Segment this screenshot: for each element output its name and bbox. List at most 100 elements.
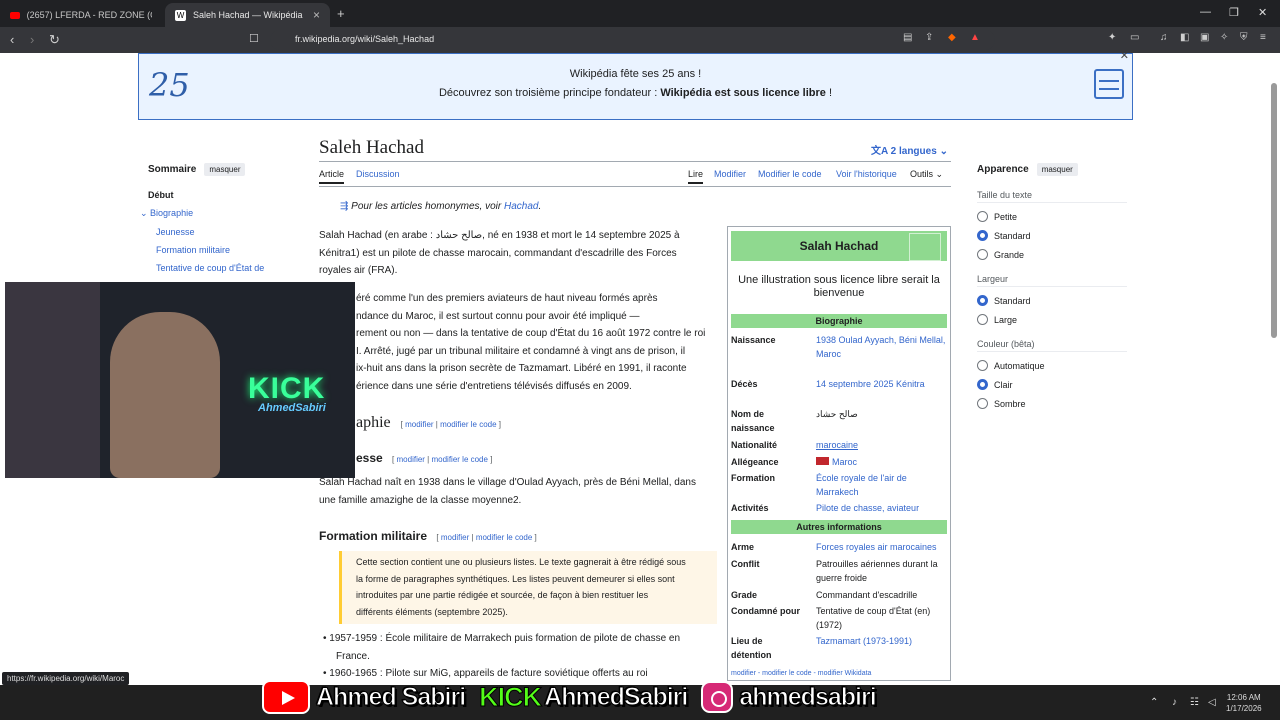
menu-icon[interactable]: ≡ [1260, 32, 1266, 43]
scrollbar-thumb[interactable] [1271, 83, 1277, 338]
tab-historique[interactable]: Voir l'historique [836, 169, 897, 179]
list-item: • 1957-1959 : École militaire de Marrake… [323, 633, 681, 644]
edit-link[interactable]: modifier [441, 533, 469, 542]
close-tab-icon[interactable]: × [313, 8, 320, 22]
reload-icon[interactable]: ↻ [49, 32, 60, 48]
radio-checked-icon [977, 295, 988, 306]
youtube-handle: Ahmed Sabiri [315, 682, 466, 711]
radio-standard-size[interactable]: Standard [977, 230, 1127, 241]
back-icon[interactable]: ‹ [10, 32, 14, 47]
extensions-icon[interactable]: ✦ [1108, 32, 1116, 43]
chevron-up-icon[interactable]: ⌃ [1150, 697, 1158, 708]
vpn-icon[interactable]: ⛨ [1240, 32, 1248, 43]
radio-automatique[interactable]: Automatique [977, 360, 1127, 371]
row-key: Allégeance [731, 457, 779, 467]
radio-petite[interactable]: Petite [977, 211, 1127, 222]
radio-label: Standard [994, 230, 1031, 241]
row-value[interactable]: 14 septembre 2025 Kénitra [816, 378, 948, 392]
edit-link[interactable]: modifier [405, 420, 433, 429]
tab-lire[interactable]: Lire [688, 169, 704, 184]
toc-item-jeunesse[interactable]: Jeunesse [156, 227, 298, 237]
row-key: Décès [731, 379, 758, 389]
row-value[interactable]: Forces royales air marocaines [816, 541, 948, 555]
text-size-label: Taille du texte [977, 190, 1127, 203]
appearance-hide-button[interactable]: masquer [1036, 163, 1078, 176]
radio-clair[interactable]: Clair [977, 379, 1127, 390]
list-item-text: 1960-1965 : Pilote sur MiG, appareils de… [329, 668, 648, 679]
sidebar-icon[interactable]: ▭ [1130, 32, 1139, 43]
paragraph-line: ndance du Maroc, il est surtout connu po… [356, 310, 640, 322]
row-value[interactable]: École royale de l'air de Marrakech [816, 472, 948, 499]
tab-article[interactable]: Article [319, 169, 345, 184]
share-icon[interactable]: ⇪ [925, 32, 933, 43]
edit-code-link[interactable]: modifier le code [440, 420, 496, 429]
edit-code-link[interactable]: modifier le code [476, 533, 532, 542]
section-edit-links: [ modifier | modifier le code ] [392, 455, 493, 464]
music-icon[interactable]: ♫ [1160, 32, 1168, 43]
radio-icon [977, 314, 988, 325]
maximize-icon[interactable]: ❐ [1229, 6, 1239, 19]
forward-icon[interactable]: › [30, 32, 34, 47]
row-key: Naissance [731, 335, 776, 345]
banner-line2-bold[interactable]: Wikipédia est sous licence libre [660, 87, 826, 99]
tab-modifier[interactable]: Modifier [714, 169, 746, 179]
rewards-icon[interactable]: ▲ [970, 32, 980, 43]
radio-large[interactable]: Large [977, 314, 1127, 325]
network-icon[interactable]: ☷ [1190, 697, 1199, 708]
edit-code-link[interactable]: modifier le code [431, 455, 487, 464]
kick-handle: AhmedSabiri [544, 682, 689, 711]
tab-outils[interactable]: Outils ⌄ [910, 169, 943, 180]
infobox-footer-links[interactable]: modifier - modifier le code - modifier W… [731, 670, 871, 677]
address-bar[interactable]: fr.wikipedia.org/wiki/Saleh_Hachad [270, 30, 995, 50]
tab-label: Saleh Hachad — Wikipédia [193, 10, 303, 20]
section-edit-links: [ modifier | modifier le code ] [400, 420, 502, 429]
intro-line: Salah Hachad (en arabe : صالح حشاد, né e… [319, 230, 680, 241]
cake-icon [1094, 69, 1124, 99]
kick-neon-sign: KICK [248, 372, 326, 405]
radio-standard-width[interactable]: Standard [977, 295, 1127, 306]
reader-icon[interactable]: ▤ [903, 32, 912, 43]
radio-sombre[interactable]: Sombre [977, 398, 1127, 409]
system-clock[interactable]: 12:06 AM 1/17/2026 [1226, 692, 1262, 714]
ambox-line: introduites par une partie rédigée et so… [356, 590, 649, 600]
minimize-icon[interactable]: — [1200, 6, 1211, 18]
toc-item-biographie[interactable]: ⌄ Biographie [140, 208, 298, 219]
tab-discussion[interactable]: Discussion [356, 169, 400, 179]
toc-item-debut[interactable]: Début [148, 190, 298, 200]
bookmark-icon[interactable]: ☐ [249, 32, 259, 45]
edit-link[interactable]: modifier [397, 455, 425, 464]
panel-icon[interactable]: ◧ [1180, 32, 1189, 43]
microphone-icon[interactable]: ♪ [1172, 697, 1177, 708]
row-value: صالح حشاد [816, 409, 858, 419]
hatnote-link[interactable]: Hachad [504, 201, 538, 212]
tab-modifier-code[interactable]: Modifier le code [758, 169, 822, 179]
wallet-icon[interactable]: ▣ [1200, 32, 1209, 43]
row-value[interactable]: Tazmamart (1973-1991) [816, 635, 948, 649]
row-value[interactable]: marocaine [816, 439, 948, 453]
toc-hide-button[interactable]: masquer [204, 163, 246, 176]
row-value-text: Maroc [832, 457, 858, 467]
tab-wikipedia[interactable]: W Saleh Hachad — Wikipédia × [165, 3, 330, 27]
language-button[interactable]: 文A 2 langues ⌄ [871, 142, 948, 157]
chevron-down-icon[interactable]: ⌄ [140, 208, 150, 218]
volume-icon[interactable]: ◁ [1208, 697, 1216, 708]
row-value[interactable]: Maroc [816, 456, 948, 470]
color-label: Couleur (bêta) [977, 339, 1127, 352]
radio-label: Standard [994, 295, 1031, 306]
row-value[interactable]: 1938 Oulad Ayyach, Béni Mellal, Maroc [816, 334, 948, 361]
close-icon[interactable]: ✕ [1120, 53, 1129, 62]
toc-item-tentative[interactable]: Tentative de coup d'État de [156, 263, 298, 273]
toc-item-formation[interactable]: Formation militaire [156, 245, 298, 255]
new-tab-button[interactable]: + [337, 6, 345, 21]
row-value[interactable]: Pilote de chasse, aviateur [816, 502, 948, 516]
leo-icon[interactable]: ✧ [1220, 32, 1228, 43]
radio-grande[interactable]: Grande [977, 249, 1127, 260]
tab-youtube[interactable]: (2657) LFERDA - RED ZONE (Official ... [0, 3, 162, 27]
browser-tab-bar: (2657) LFERDA - RED ZONE (Official ... W… [0, 0, 1280, 27]
hatnote-prefix: Pour les articles homonymes, voir [351, 201, 505, 212]
brave-shield-icon[interactable]: ◆ [948, 32, 956, 43]
radio-icon [977, 360, 988, 371]
close-window-icon[interactable]: ✕ [1258, 6, 1267, 19]
toc-item-label: Biographie [150, 208, 194, 218]
webcam-overlay: KICK AhmedSabiri [5, 282, 355, 478]
